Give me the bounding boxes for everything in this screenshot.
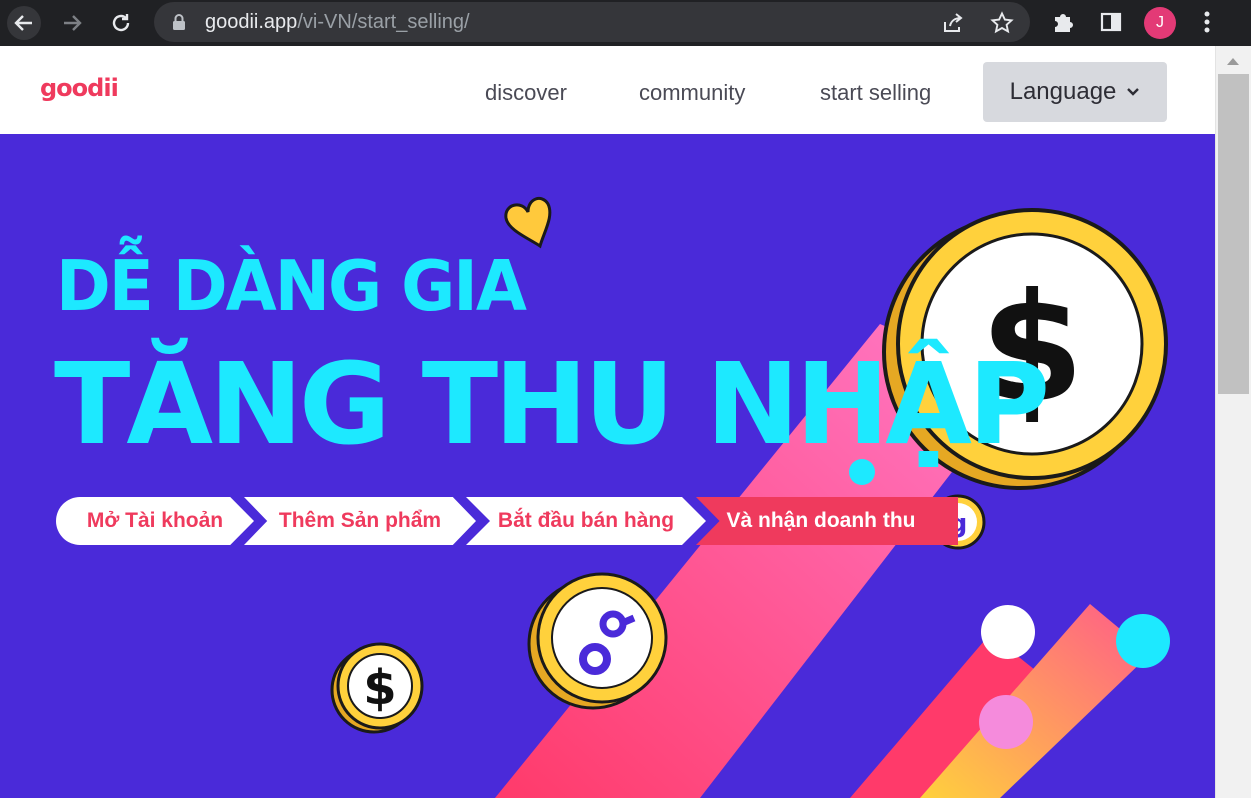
site-header: goodii discover community start selling … — [0, 46, 1215, 134]
hero-headline-line2: TĂNG THU NHẬP — [54, 340, 1050, 470]
svg-text:$: $ — [363, 660, 396, 716]
page-viewport: goodii discover community start selling … — [0, 46, 1251, 798]
bookmark-star-icon[interactable] — [989, 10, 1015, 36]
forward-button[interactable] — [55, 6, 89, 40]
nav-community[interactable]: community — [639, 80, 745, 106]
browser-toolbar: goodii.app/vi-VN/start_selling/ J — [0, 0, 1251, 46]
dollar-coin-small: $ — [330, 642, 424, 734]
arrow-right-icon — [64, 15, 82, 31]
reload-icon — [112, 14, 130, 32]
nav-start-selling[interactable]: start selling — [820, 80, 931, 106]
url-text: goodii.app/vi-VN/start_selling/ — [205, 11, 470, 33]
language-label: Language — [1009, 78, 1117, 105]
page-scrollbar[interactable] — [1215, 46, 1251, 798]
arrow-left-icon — [14, 15, 32, 31]
chevron-down-icon — [1127, 88, 1140, 96]
extensions-puzzle-icon[interactable] — [1048, 7, 1078, 37]
address-bar[interactable]: goodii.app/vi-VN/start_selling/ — [154, 2, 1030, 42]
scroll-thumb[interactable] — [1218, 74, 1249, 394]
lock-icon — [173, 14, 185, 30]
hero-section: $ g $ DỄ DÀNG GIA TĂNG THU NHẬP Mở Tài k… — [0, 134, 1215, 798]
heart-icon — [504, 196, 552, 249]
reload-button[interactable] — [104, 6, 138, 40]
nav-discover[interactable]: discover — [485, 80, 567, 106]
step-open-account: Mở Tài khoản — [56, 497, 254, 545]
cyan-dot — [1116, 614, 1170, 668]
white-dot — [981, 605, 1035, 659]
pink-dot — [979, 695, 1033, 749]
step-start-selling: Bắt đầu bán hàng — [466, 497, 706, 545]
more-menu-icon[interactable] — [1192, 7, 1222, 37]
hero-headline-line1: DỄ DÀNG GIA — [56, 246, 527, 327]
goodii-logo[interactable]: goodii — [40, 74, 119, 102]
step-get-revenue: Và nhận doanh thu — [696, 497, 958, 545]
profile-avatar[interactable]: J — [1144, 7, 1176, 39]
scroll-up-arrow-icon[interactable] — [1227, 58, 1239, 65]
step-add-product: Thêm Sản phẩm — [244, 497, 476, 545]
back-button[interactable] — [7, 6, 41, 40]
language-dropdown[interactable]: Language — [983, 62, 1167, 122]
side-panel-icon[interactable] — [1096, 7, 1126, 37]
share-icon[interactable] — [940, 10, 966, 36]
